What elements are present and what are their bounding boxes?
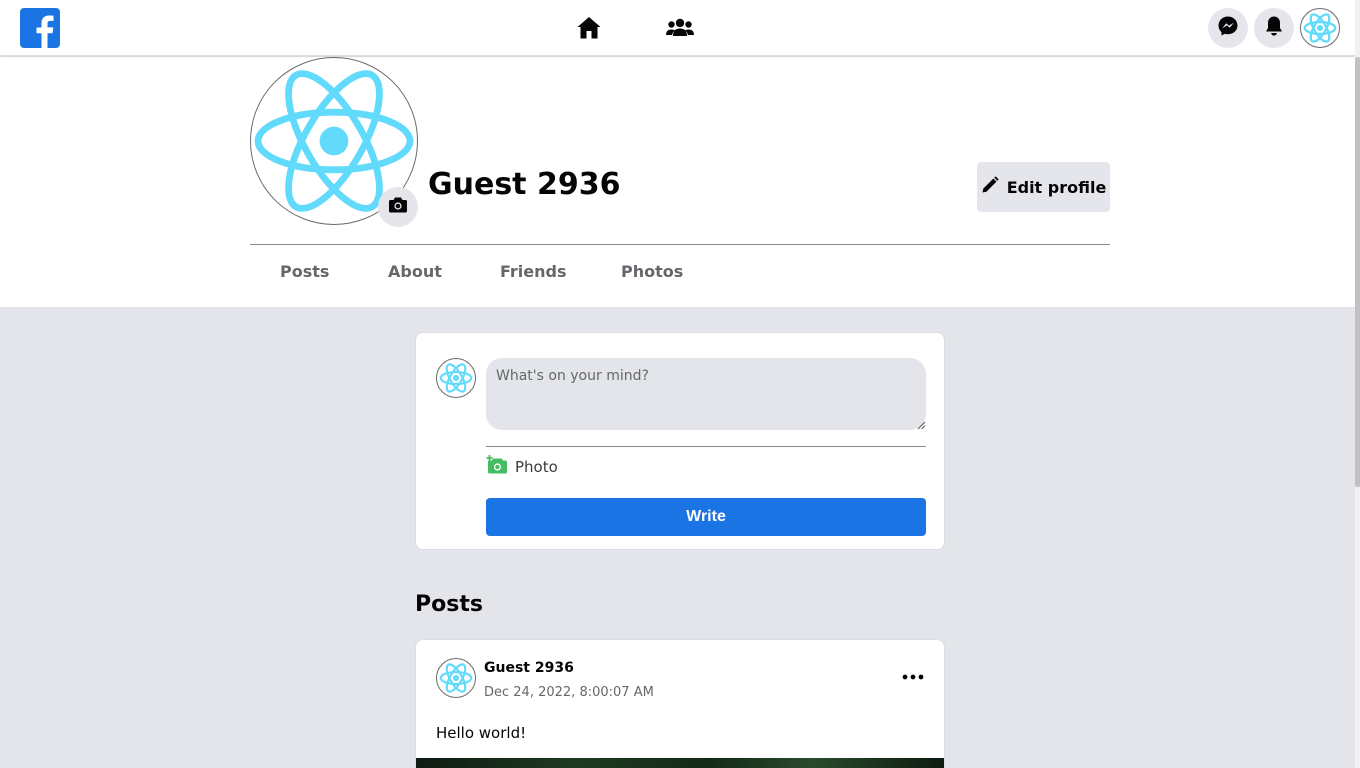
post-card: Guest 2936 Dec 24, 2022, 8:00:07 AM Hell… bbox=[415, 639, 945, 768]
add-photo-button[interactable]: Photo bbox=[486, 455, 558, 479]
whats-on-your-mind-input[interactable] bbox=[486, 358, 926, 430]
react-atom-icon bbox=[439, 363, 473, 393]
notifications-button[interactable] bbox=[1254, 8, 1294, 48]
facebook-logo-icon[interactable] bbox=[20, 8, 60, 48]
profile-name: Guest 2936 bbox=[428, 167, 621, 202]
camera-icon bbox=[388, 196, 408, 218]
composer-avatar bbox=[436, 358, 476, 398]
more-options-icon bbox=[902, 674, 924, 680]
bell-icon bbox=[1264, 15, 1284, 41]
post-image[interactable] bbox=[416, 758, 944, 768]
edit-profile-label: Edit profile bbox=[1006, 177, 1107, 197]
resize-grip-icon[interactable] bbox=[916, 420, 926, 430]
post-options-button[interactable] bbox=[900, 668, 926, 686]
pencil-icon bbox=[981, 176, 999, 198]
photo-label: Photo bbox=[515, 458, 558, 476]
composer-divider bbox=[486, 446, 926, 447]
posts-heading: Posts bbox=[415, 592, 483, 617]
profile-divider bbox=[250, 244, 1110, 245]
react-atom-avatar-icon bbox=[1303, 13, 1337, 43]
tab-photos[interactable]: Photos bbox=[621, 262, 683, 281]
post-author[interactable]: Guest 2936 bbox=[484, 660, 574, 676]
profile-header: Guest 2936 Edit profile Posts About Frie… bbox=[0, 57, 1355, 307]
tab-about[interactable]: About bbox=[388, 262, 442, 281]
add-photo-icon bbox=[486, 455, 508, 479]
messenger-icon bbox=[1217, 15, 1239, 41]
tab-friends[interactable]: Friends bbox=[500, 262, 567, 281]
tab-posts[interactable]: Posts bbox=[280, 262, 329, 281]
post-author-avatar[interactable] bbox=[436, 658, 476, 698]
change-avatar-button[interactable] bbox=[378, 187, 418, 227]
scrollbar-thumb[interactable] bbox=[1355, 57, 1360, 487]
write-button[interactable]: Write bbox=[486, 498, 926, 536]
home-icon[interactable] bbox=[575, 14, 603, 42]
post-composer: Photo Write bbox=[415, 332, 945, 550]
react-atom-icon bbox=[439, 663, 473, 693]
top-navigation-bar bbox=[0, 0, 1355, 56]
post-timestamp: Dec 24, 2022, 8:00:07 AM bbox=[484, 685, 654, 700]
edit-profile-button[interactable]: Edit profile bbox=[977, 162, 1110, 212]
post-text: Hello world! bbox=[436, 724, 527, 742]
friends-icon[interactable] bbox=[665, 14, 695, 42]
messenger-button[interactable] bbox=[1208, 8, 1248, 48]
account-avatar[interactable] bbox=[1300, 8, 1340, 48]
